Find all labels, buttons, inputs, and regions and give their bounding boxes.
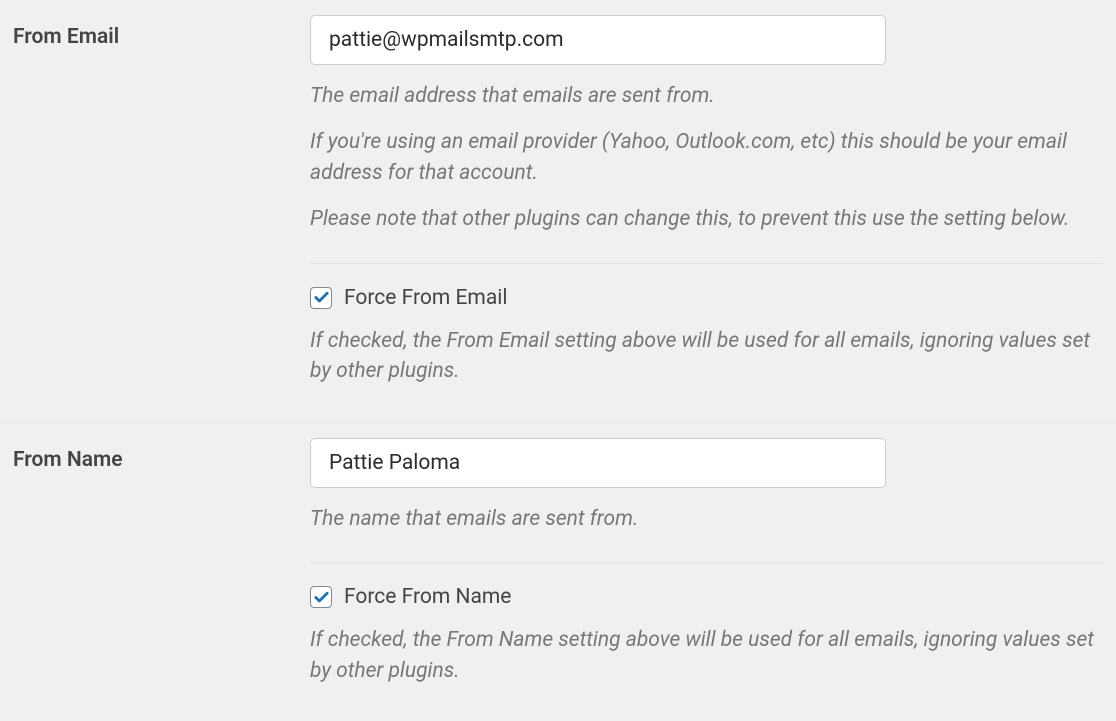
force-from-name-label[interactable]: Force From Name xyxy=(344,585,511,609)
field-content: The email address that emails are sent f… xyxy=(310,15,1103,387)
force-from-name-help: If checked, the From Name setting above … xyxy=(310,625,1103,686)
help-text-line: If checked, the From Name setting above … xyxy=(310,625,1103,686)
from-email-label: From Email xyxy=(13,15,310,49)
from-email-help: The email address that emails are sent f… xyxy=(310,81,1103,235)
from-email-input[interactable] xyxy=(310,15,886,65)
force-from-name-checkbox[interactable] xyxy=(310,586,332,608)
help-text-line: The email address that emails are sent f… xyxy=(310,81,1103,111)
force-from-email-row: Force From Email xyxy=(310,286,1103,310)
field-row: From Name The name that emails are sent … xyxy=(13,438,1103,686)
force-from-email-help: If checked, the From Email setting above… xyxy=(310,326,1103,387)
from-name-label: From Name xyxy=(13,438,310,472)
from-name-section: From Name The name that emails are sent … xyxy=(0,423,1116,721)
from-email-section: From Email The email address that emails… xyxy=(0,0,1116,423)
from-name-help: The name that emails are sent from. xyxy=(310,504,1103,534)
help-text-line: If checked, the From Email setting above… xyxy=(310,326,1103,387)
divider xyxy=(310,263,1103,264)
help-text-line: The name that emails are sent from. xyxy=(310,504,1103,534)
force-from-name-row: Force From Name xyxy=(310,585,1103,609)
divider xyxy=(310,562,1103,563)
force-from-email-checkbox[interactable] xyxy=(310,287,332,309)
from-name-input[interactable] xyxy=(310,438,886,488)
field-row: From Email The email address that emails… xyxy=(13,15,1103,387)
checkmark-icon xyxy=(313,289,330,306)
help-text-line: If you're using an email provider (Yahoo… xyxy=(310,127,1103,188)
checkmark-icon xyxy=(313,589,330,606)
help-text-line: Please note that other plugins can chang… xyxy=(310,204,1103,234)
field-content: The name that emails are sent from. Forc… xyxy=(310,438,1103,686)
force-from-email-label[interactable]: Force From Email xyxy=(344,286,507,310)
